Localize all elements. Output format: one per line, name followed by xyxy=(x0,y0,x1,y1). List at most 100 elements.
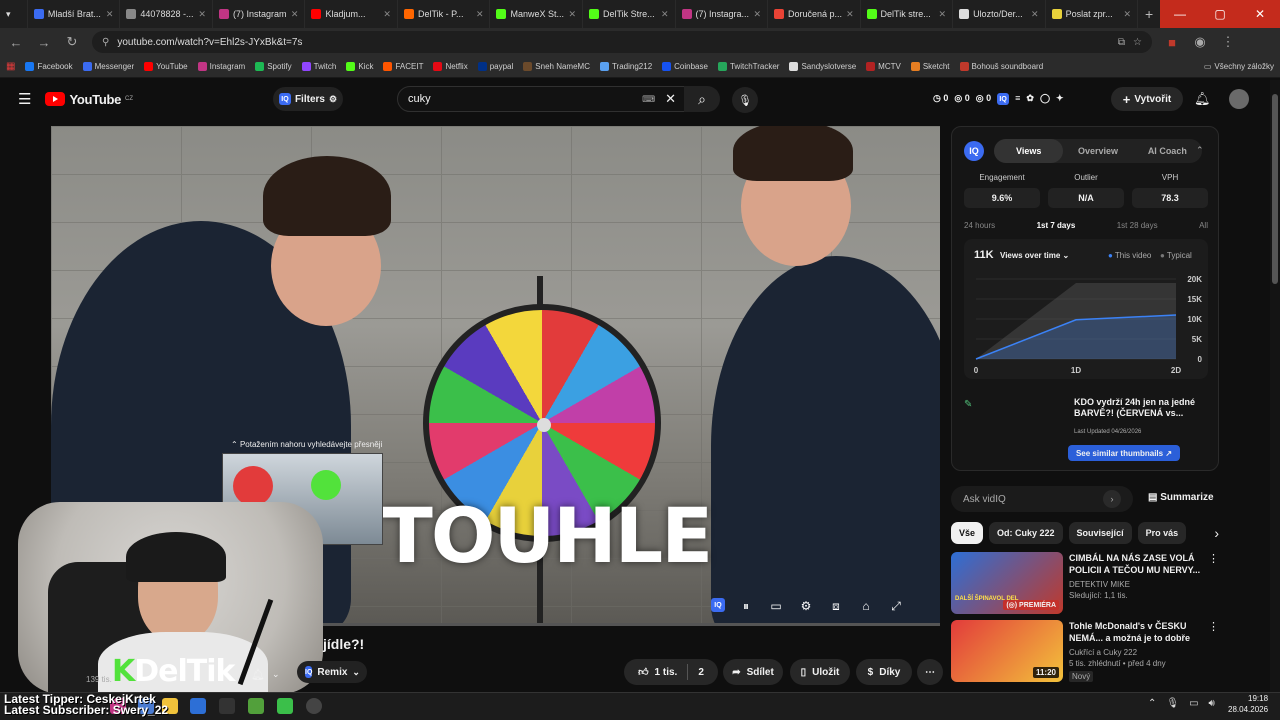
share-button[interactable]: ➦ Sdílet xyxy=(723,659,783,685)
summarize-button[interactable]: ▤ Summarize xyxy=(1148,492,1214,503)
search-button[interactable]: ⌕ xyxy=(684,86,720,112)
remix-button[interactable]: IQ Remix ⌄ xyxy=(297,661,367,683)
browser-tab[interactable]: Poslat zpr... ✕ xyxy=(1046,0,1139,28)
tab-close-icon[interactable]: ✕ xyxy=(476,9,484,20)
bookmark-item[interactable]: Instagram xyxy=(197,62,245,71)
more-actions-button[interactable]: ⋯ xyxy=(917,659,943,685)
recommendation-item[interactable]: DALŠÍ ŠPINAVOL DEL (◎) PREMIÉRA CIMBÁL N… xyxy=(951,552,1219,614)
tab-overview[interactable]: Overview xyxy=(1063,139,1132,163)
bookmark-item[interactable]: MCTV xyxy=(866,62,901,71)
browser-tab[interactable]: DelTik stre... ✕ xyxy=(861,0,954,28)
tab-close-icon[interactable]: ✕ xyxy=(1124,9,1132,20)
see-similar-thumbnails-button[interactable]: See similar thumbnails ↗ xyxy=(1068,445,1180,461)
chip-all[interactable]: Vše xyxy=(951,522,984,544)
profile-icon[interactable]: ◉ xyxy=(1192,34,1208,50)
all-bookmarks[interactable]: ▭ Všechny záložky xyxy=(1204,62,1274,71)
counter-2[interactable]: ◎ 0 xyxy=(954,93,969,105)
vidiq-toolbar-icon[interactable]: IQ xyxy=(997,93,1010,105)
filters-button[interactable]: IQ Filters ⚙ xyxy=(273,87,343,111)
bookmark-item[interactable]: Kick xyxy=(346,62,373,71)
recommendation-item[interactable]: 11:20 Tohle McDonald's v ČESKU NEMÁ... a… xyxy=(951,620,1219,682)
cast-icon[interactable]: ⌂ xyxy=(857,598,875,614)
browser-tab[interactable]: Kladjum... ✕ xyxy=(305,0,398,28)
range-7d[interactable]: 1st 7 days xyxy=(1037,221,1076,230)
minecraft-icon[interactable] xyxy=(248,698,264,714)
browser-tab[interactable]: 44078828 -... ✕ xyxy=(120,0,213,28)
tab-close-icon[interactable]: ✕ xyxy=(291,9,299,20)
tab-close-icon[interactable]: ✕ xyxy=(1031,9,1039,20)
youtube-logo[interactable]: YouTube CZ xyxy=(45,92,133,107)
bookmark-item[interactable]: paypal xyxy=(477,62,513,71)
browser-tab[interactable]: DelTik - P... ✕ xyxy=(398,0,491,28)
like-dislike-button[interactable]: 👍︎ 1 tis. 2 xyxy=(624,659,718,685)
tab-close-icon[interactable]: ✕ xyxy=(846,9,854,20)
bookmark-item[interactable]: FACEIT xyxy=(383,62,423,71)
clear-search-icon[interactable]: ✕ xyxy=(665,91,676,107)
volume-icon[interactable]: 🔊︎ xyxy=(1209,698,1215,709)
bookmark-item[interactable]: Facebook xyxy=(25,62,73,71)
bookmark-item[interactable]: TwitchTracker xyxy=(717,62,779,71)
settings-gear-icon[interactable]: ⚙ xyxy=(797,598,815,614)
ideas-icon[interactable]: ✿ xyxy=(1026,93,1034,105)
bookmark-item[interactable]: YouTube xyxy=(144,62,188,71)
voice-search-button[interactable]: 🎙 xyxy=(732,87,758,113)
system-clock[interactable]: 19:18 28.04.2026 xyxy=(1228,693,1268,715)
tab-close-icon[interactable]: ✕ xyxy=(661,9,669,20)
bookmark-item[interactable]: Bohouš soundboard xyxy=(959,62,1043,71)
scrollbar-thumb[interactable] xyxy=(1272,94,1278,284)
back-icon[interactable]: ← xyxy=(8,35,24,50)
pause-icon[interactable]: ⏸ xyxy=(737,598,755,614)
range-28d[interactable]: 1st 28 days xyxy=(1117,221,1158,230)
bookmark-item[interactable]: Sneh NameMC xyxy=(523,62,590,71)
send-icon[interactable]: › xyxy=(1103,490,1121,508)
chevron-right-icon[interactable]: › xyxy=(1214,522,1219,544)
browser-tab[interactable]: Ulozto/Der... ✕ xyxy=(953,0,1046,28)
cast-icon[interactable]: ⧉ xyxy=(1118,37,1125,48)
tab-close-icon[interactable]: ✕ xyxy=(939,9,947,20)
notifications-bell-icon[interactable]: 🔔︎ xyxy=(1194,91,1211,107)
bookmark-item[interactable]: Twitch xyxy=(301,62,336,71)
kebab-menu-icon[interactable]: ⋮ xyxy=(1208,620,1219,682)
obs-icon[interactable] xyxy=(306,698,322,714)
save-button[interactable]: ▯ Uložit xyxy=(790,659,850,685)
tray-chevron-icon[interactable]: ⌃ xyxy=(1148,698,1156,709)
taskbar-app-icon[interactable] xyxy=(219,698,235,714)
minimize-button[interactable]: — xyxy=(1160,0,1200,28)
tab-close-icon[interactable]: ✕ xyxy=(753,9,761,20)
bookmark-star-icon[interactable]: ☆ xyxy=(1133,37,1142,48)
tab-menu[interactable]: ▾ xyxy=(0,0,28,28)
tab-ai-coach[interactable]: AI Coach xyxy=(1133,139,1202,163)
site-info-icon[interactable]: ⚲ xyxy=(102,37,109,48)
tab-close-icon[interactable]: ✕ xyxy=(568,9,576,20)
taskbar-app-icon[interactable] xyxy=(190,698,206,714)
browser-tab[interactable]: ManweX St... ✕ xyxy=(490,0,583,28)
bookmark-item[interactable]: Coinbase xyxy=(662,62,708,71)
bookmark-item[interactable]: Sketcht xyxy=(910,62,950,71)
browser-menu-icon[interactable]: ⋮ xyxy=(1220,34,1236,50)
avatar[interactable] xyxy=(1229,89,1249,109)
url-field[interactable]: ⚲ youtube.com/watch?v=Ehl2s-JYxBk&t=7s ⧉… xyxy=(92,31,1152,53)
browser-tab[interactable]: (7) Instagram ✕ xyxy=(213,0,306,28)
browser-tab[interactable]: Mladší Brat... ✕ xyxy=(28,0,121,28)
reload-icon[interactable]: ↻ xyxy=(64,34,80,50)
range-24h[interactable]: 24 hours xyxy=(964,221,995,230)
mic-tray-icon[interactable]: 🎙 xyxy=(1166,698,1179,709)
ask-vidiq-input[interactable]: Ask vidIQ › xyxy=(951,486,1133,512)
miniplayer-icon[interactable]: ⧈ xyxy=(827,598,845,614)
bookmark-item[interactable]: Trading212 xyxy=(599,62,652,71)
close-window-button[interactable]: ✕ xyxy=(1240,0,1280,28)
taskbar-app-icon[interactable] xyxy=(277,698,293,714)
tab-close-icon[interactable]: ✕ xyxy=(383,9,391,20)
subtitles-icon[interactable]: ▭ xyxy=(767,598,785,614)
sparkle-icon[interactable]: ✦ xyxy=(1056,93,1064,105)
bookmark-item[interactable]: Spotify xyxy=(255,62,292,71)
create-button[interactable]: + Vytvořit xyxy=(1111,87,1183,111)
tab-close-icon[interactable]: ✕ xyxy=(198,9,206,20)
counter-1[interactable]: ◷ 0 xyxy=(933,93,948,105)
chip-related[interactable]: Související xyxy=(1068,522,1132,544)
kebab-menu-icon[interactable]: ⋮ xyxy=(1208,552,1219,614)
chip-from-channel[interactable]: Od: Cuky 222 xyxy=(989,522,1063,544)
search-input[interactable]: cuky ⌨ ✕ xyxy=(397,86,687,112)
keyboard-icon[interactable]: ⌨ xyxy=(642,94,655,105)
range-all[interactable]: All xyxy=(1199,221,1208,230)
